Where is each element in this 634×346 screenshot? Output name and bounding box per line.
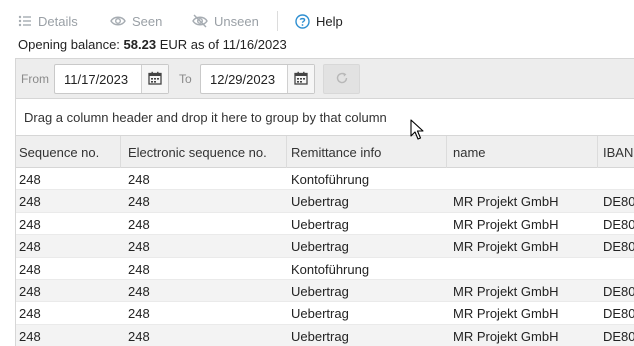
transactions-table: Sequence no. Electronic sequence no. Rem… [16,136,634,346]
transactions-grid: From 11/17/2023 To 12/29/2023 Drag a col… [15,58,634,346]
toolbar: Details Seen Unseen Help [0,0,634,40]
cell-electronic-sequence: 248 [128,261,150,277]
cell-remittance-info: Uebertrag [291,194,349,210]
cell-electronic-sequence: 248 [128,172,150,187]
cell-remittance-info: Uebertrag [291,239,349,255]
cell-sequence: 248 [19,261,41,277]
toolbar-divider [277,11,278,31]
cell-sequence: 248 [19,239,41,255]
table-row[interactable]: 248 248 Uebertrag MR Projekt GmbH DE80 [16,213,634,236]
balance-currency-date: EUR as of 11/16/2023 [159,37,287,52]
to-calendar-button[interactable] [287,65,314,93]
cell-remittance-info: Uebertrag [291,328,349,344]
group-by-panel[interactable]: Drag a column header and drop it here to… [16,100,634,136]
column-divider[interactable] [446,136,447,168]
cell-electronic-sequence: 248 [128,194,150,210]
column-header-sequence[interactable]: Sequence no. [19,145,99,160]
cell-name: MR Projekt GmbH [453,194,559,210]
unseen-label: Unseen [214,13,259,29]
to-label: To [179,72,192,86]
seen-label: Seen [132,13,163,29]
column-header-iban[interactable]: IBAN [603,145,633,160]
cell-electronic-sequence: 248 [128,283,150,299]
cell-electronic-sequence: 248 [128,306,150,322]
date-filter-bar: From 11/17/2023 To 12/29/2023 [16,59,634,99]
cell-remittance-info: Uebertrag [291,306,349,322]
column-header-name[interactable]: name [453,145,486,160]
cell-iban: DE80 [603,216,634,232]
cell-sequence: 248 [19,194,41,210]
unseen-button[interactable]: Unseen [192,12,259,30]
cell-iban: DE80 [603,328,634,344]
mouse-cursor-icon [410,119,424,144]
cell-sequence: 248 [19,306,41,322]
column-divider[interactable] [120,136,121,168]
column-divider[interactable] [597,136,598,168]
cell-remittance-info: Uebertrag [291,216,349,232]
seen-button[interactable]: Seen [110,12,162,30]
eye-icon [110,14,126,28]
cell-electronic-sequence: 248 [128,239,150,255]
table-body: 248 248 Kontoführung 248 248 Uebertrag MR Proj… [16,168,634,346]
cell-name: MR Projekt GmbH [453,239,559,255]
help-button[interactable]: Help [295,12,343,30]
table-row[interactable]: 248 248 Uebertrag MR Projekt GmbH DE80 [16,235,634,258]
to-date-value: 12/29/2023 [210,72,276,87]
cell-electronic-sequence: 248 [128,216,150,232]
help-label: Help [316,13,343,29]
column-header-remittance-info[interactable]: Remittance info [291,145,381,160]
balance-label: Opening balance: [18,37,120,52]
cell-iban: DE80 [603,194,634,210]
table-row[interactable]: 248 248 Kontoführung [16,258,634,280]
cell-name: MR Projekt GmbH [453,216,559,232]
cell-iban: DE80 [603,306,634,322]
cell-sequence: 248 [19,283,41,299]
help-icon [295,13,310,29]
table-row[interactable]: 248 248 Kontoführung [16,168,634,191]
cell-sequence: 248 [19,216,41,232]
cell-remittance-info: Kontoführung [291,261,370,277]
cell-name: MR Projekt GmbH [453,283,559,299]
opening-balance: Opening balance: 58.23 EUR as of 11/16/2… [18,37,287,52]
cell-electronic-sequence: 248 [128,328,150,344]
group-by-hint: Drag a column header and drop it here to… [24,110,387,125]
calendar-icon [148,71,162,88]
cell-sequence: 248 [19,172,41,187]
balance-amount: 58.23 [123,37,157,52]
cell-name: MR Projekt GmbH [453,306,559,322]
table-row[interactable]: 248 248 Uebertrag MR Projekt GmbH DE80 [16,190,634,213]
column-divider[interactable] [286,136,287,168]
column-header-electronic-sequence[interactable]: Electronic sequence no. [128,145,267,160]
cell-remittance-info: Kontoführung [291,172,370,187]
details-label: Details [38,13,78,29]
table-header: Sequence no. Electronic sequence no. Rem… [16,136,634,168]
cell-sequence: 248 [19,328,41,344]
list-icon [18,14,32,28]
cell-iban: DE80 [603,239,634,255]
details-button[interactable]: Details [18,12,78,30]
from-date-input[interactable]: 11/17/2023 [54,64,169,94]
refresh-button[interactable] [323,64,360,94]
table-row[interactable]: 248 248 Uebertrag MR Projekt GmbH DE80 [16,324,634,346]
cell-iban: DE80 [603,283,634,299]
from-calendar-button[interactable] [141,65,168,93]
from-label: From [21,72,49,86]
to-date-input[interactable]: 12/29/2023 [200,64,315,94]
refresh-icon [335,71,349,88]
eye-slash-icon [192,14,208,28]
cell-remittance-info: Uebertrag [291,283,349,299]
calendar-icon [294,71,308,88]
table-row[interactable]: 248 248 Uebertrag MR Projekt GmbH DE80 [16,302,634,325]
table-row[interactable]: 248 248 Uebertrag MR Projekt GmbH DE80 [16,279,634,303]
cell-name: MR Projekt GmbH [453,328,559,344]
from-date-value: 11/17/2023 [64,72,129,87]
